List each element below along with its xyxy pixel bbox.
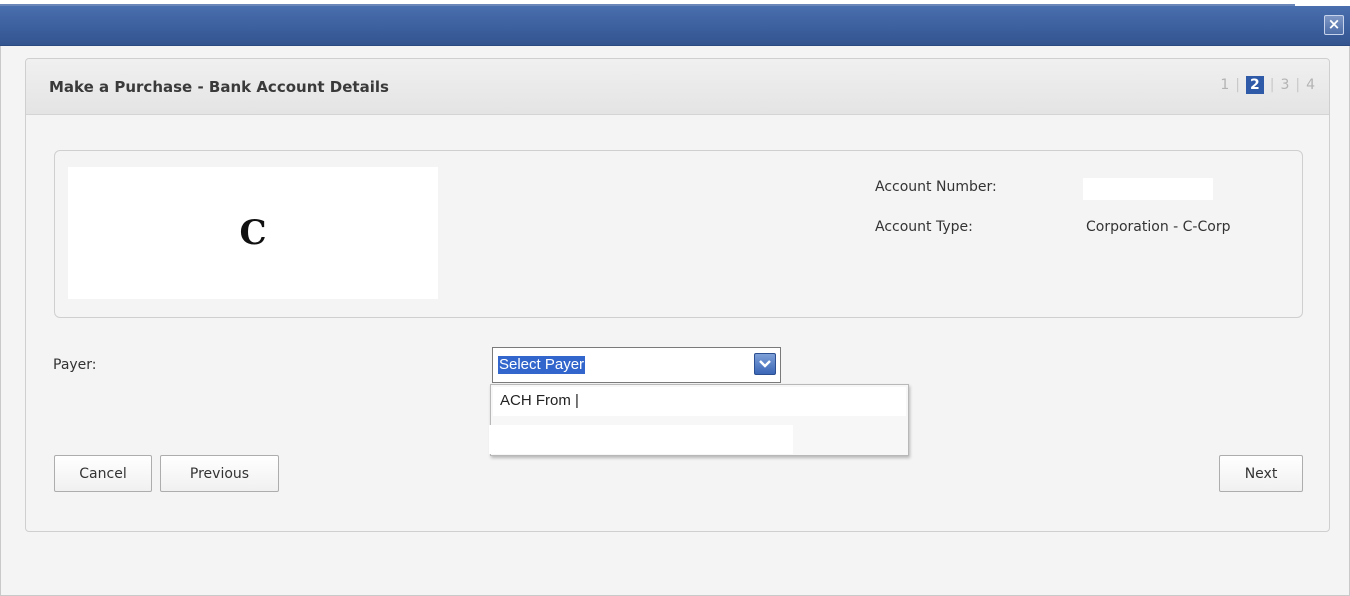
step-indicator: 1 | 2 | 3 | 4 — [1220, 76, 1315, 94]
panel-header: Make a Purchase - Bank Account Details 1… — [26, 59, 1329, 115]
payer-select[interactable]: Select Payer — [492, 347, 781, 383]
dialog-titlebar: × — [0, 6, 1350, 46]
account-number-value — [1083, 178, 1213, 200]
step-1: 1 — [1220, 77, 1230, 93]
chevron-down-icon[interactable] — [754, 353, 776, 375]
account-number-label: Account Number: — [875, 179, 997, 195]
payer-label: Payer: — [53, 357, 97, 373]
account-info-box: C Account Number: Account Type: Corporat… — [54, 150, 1303, 318]
page-title: Make a Purchase - Bank Account Details — [49, 78, 389, 96]
step-separator: | — [1235, 77, 1240, 93]
step-3: 3 — [1280, 77, 1290, 93]
logo-letter: C — [239, 213, 267, 253]
step-2-active: 2 — [1245, 76, 1264, 94]
step-4: 4 — [1306, 77, 1315, 93]
payer-option[interactable] — [489, 425, 793, 454]
account-type-label: Account Type: — [875, 219, 973, 235]
step-separator: | — [1295, 77, 1301, 93]
previous-button[interactable]: Previous — [160, 455, 279, 492]
next-button[interactable]: Next — [1219, 455, 1303, 492]
payer-option[interactable]: ACH From | — [493, 387, 906, 416]
chevron-down-glyph — [759, 360, 771, 368]
step-separator: | — [1269, 77, 1275, 93]
dialog-body: Make a Purchase - Bank Account Details 1… — [0, 46, 1350, 596]
account-logo: C — [68, 167, 438, 299]
close-icon: × — [1327, 15, 1341, 33]
purchase-panel: Make a Purchase - Bank Account Details 1… — [25, 58, 1330, 532]
payer-dropdown-list: ACH From | — [489, 384, 909, 456]
payer-select-value: Select Payer — [498, 356, 586, 374]
close-button[interactable]: × — [1324, 15, 1344, 35]
account-type-value: Corporation - C-Corp — [1086, 219, 1231, 235]
cancel-button[interactable]: Cancel — [54, 455, 152, 492]
